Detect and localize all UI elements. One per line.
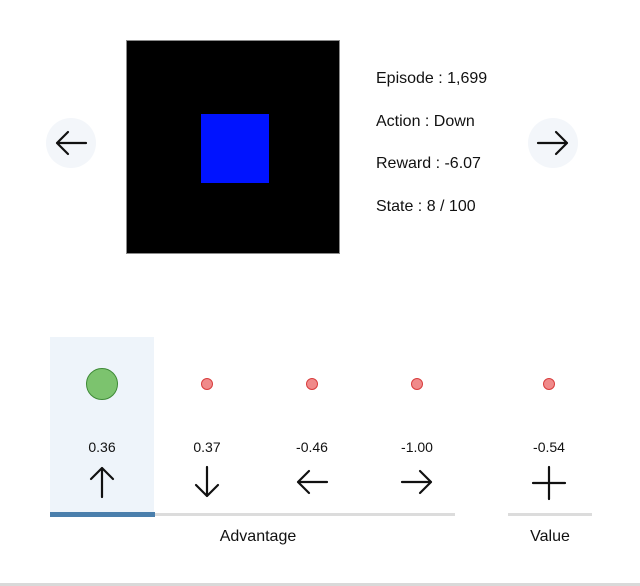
value-indicator	[411, 378, 423, 390]
value-indicator	[201, 378, 213, 390]
selected-indicator	[86, 368, 118, 400]
action-value: -0.46	[296, 439, 328, 455]
action-value: -1.00	[401, 439, 433, 455]
action-column-right[interactable]: -1.00	[365, 337, 469, 517]
arrow-up-icon	[89, 466, 115, 499]
arrow-left-icon	[55, 130, 88, 156]
arrow-right-icon	[536, 130, 569, 156]
episode-info: Episode : 1,699 Action : Down Reward : -…	[376, 68, 487, 238]
arrow-right-icon	[400, 469, 433, 495]
arrow-down-icon	[194, 465, 220, 498]
value-track	[508, 513, 592, 516]
agent-square	[201, 114, 269, 183]
plus-icon	[531, 465, 567, 501]
selected-action-indicator	[50, 512, 155, 517]
next-button[interactable]	[528, 118, 578, 168]
value-column: -0.54	[497, 337, 601, 517]
action-value: 0.37	[193, 439, 221, 455]
advantage-label: Advantage	[219, 528, 297, 545]
action-value: 0.36	[88, 439, 116, 455]
episode-label: Episode : 1,699	[376, 70, 488, 87]
value-indicator	[543, 378, 555, 390]
action-column-down[interactable]: 0.37	[155, 337, 259, 517]
action-column-up[interactable]: 0.36	[50, 337, 154, 517]
reward-label: Reward : -6.07	[376, 155, 481, 172]
action-column-left[interactable]: -0.46	[260, 337, 364, 517]
state-label: State : 8 / 100	[376, 197, 476, 215]
environment-view	[126, 40, 340, 254]
value-label: Value	[530, 528, 570, 545]
previous-button[interactable]	[46, 118, 96, 168]
state-value: -0.54	[533, 439, 565, 455]
action-label: Action : Down	[376, 112, 475, 130]
value-indicator	[306, 378, 318, 390]
arrow-left-icon	[296, 469, 329, 495]
